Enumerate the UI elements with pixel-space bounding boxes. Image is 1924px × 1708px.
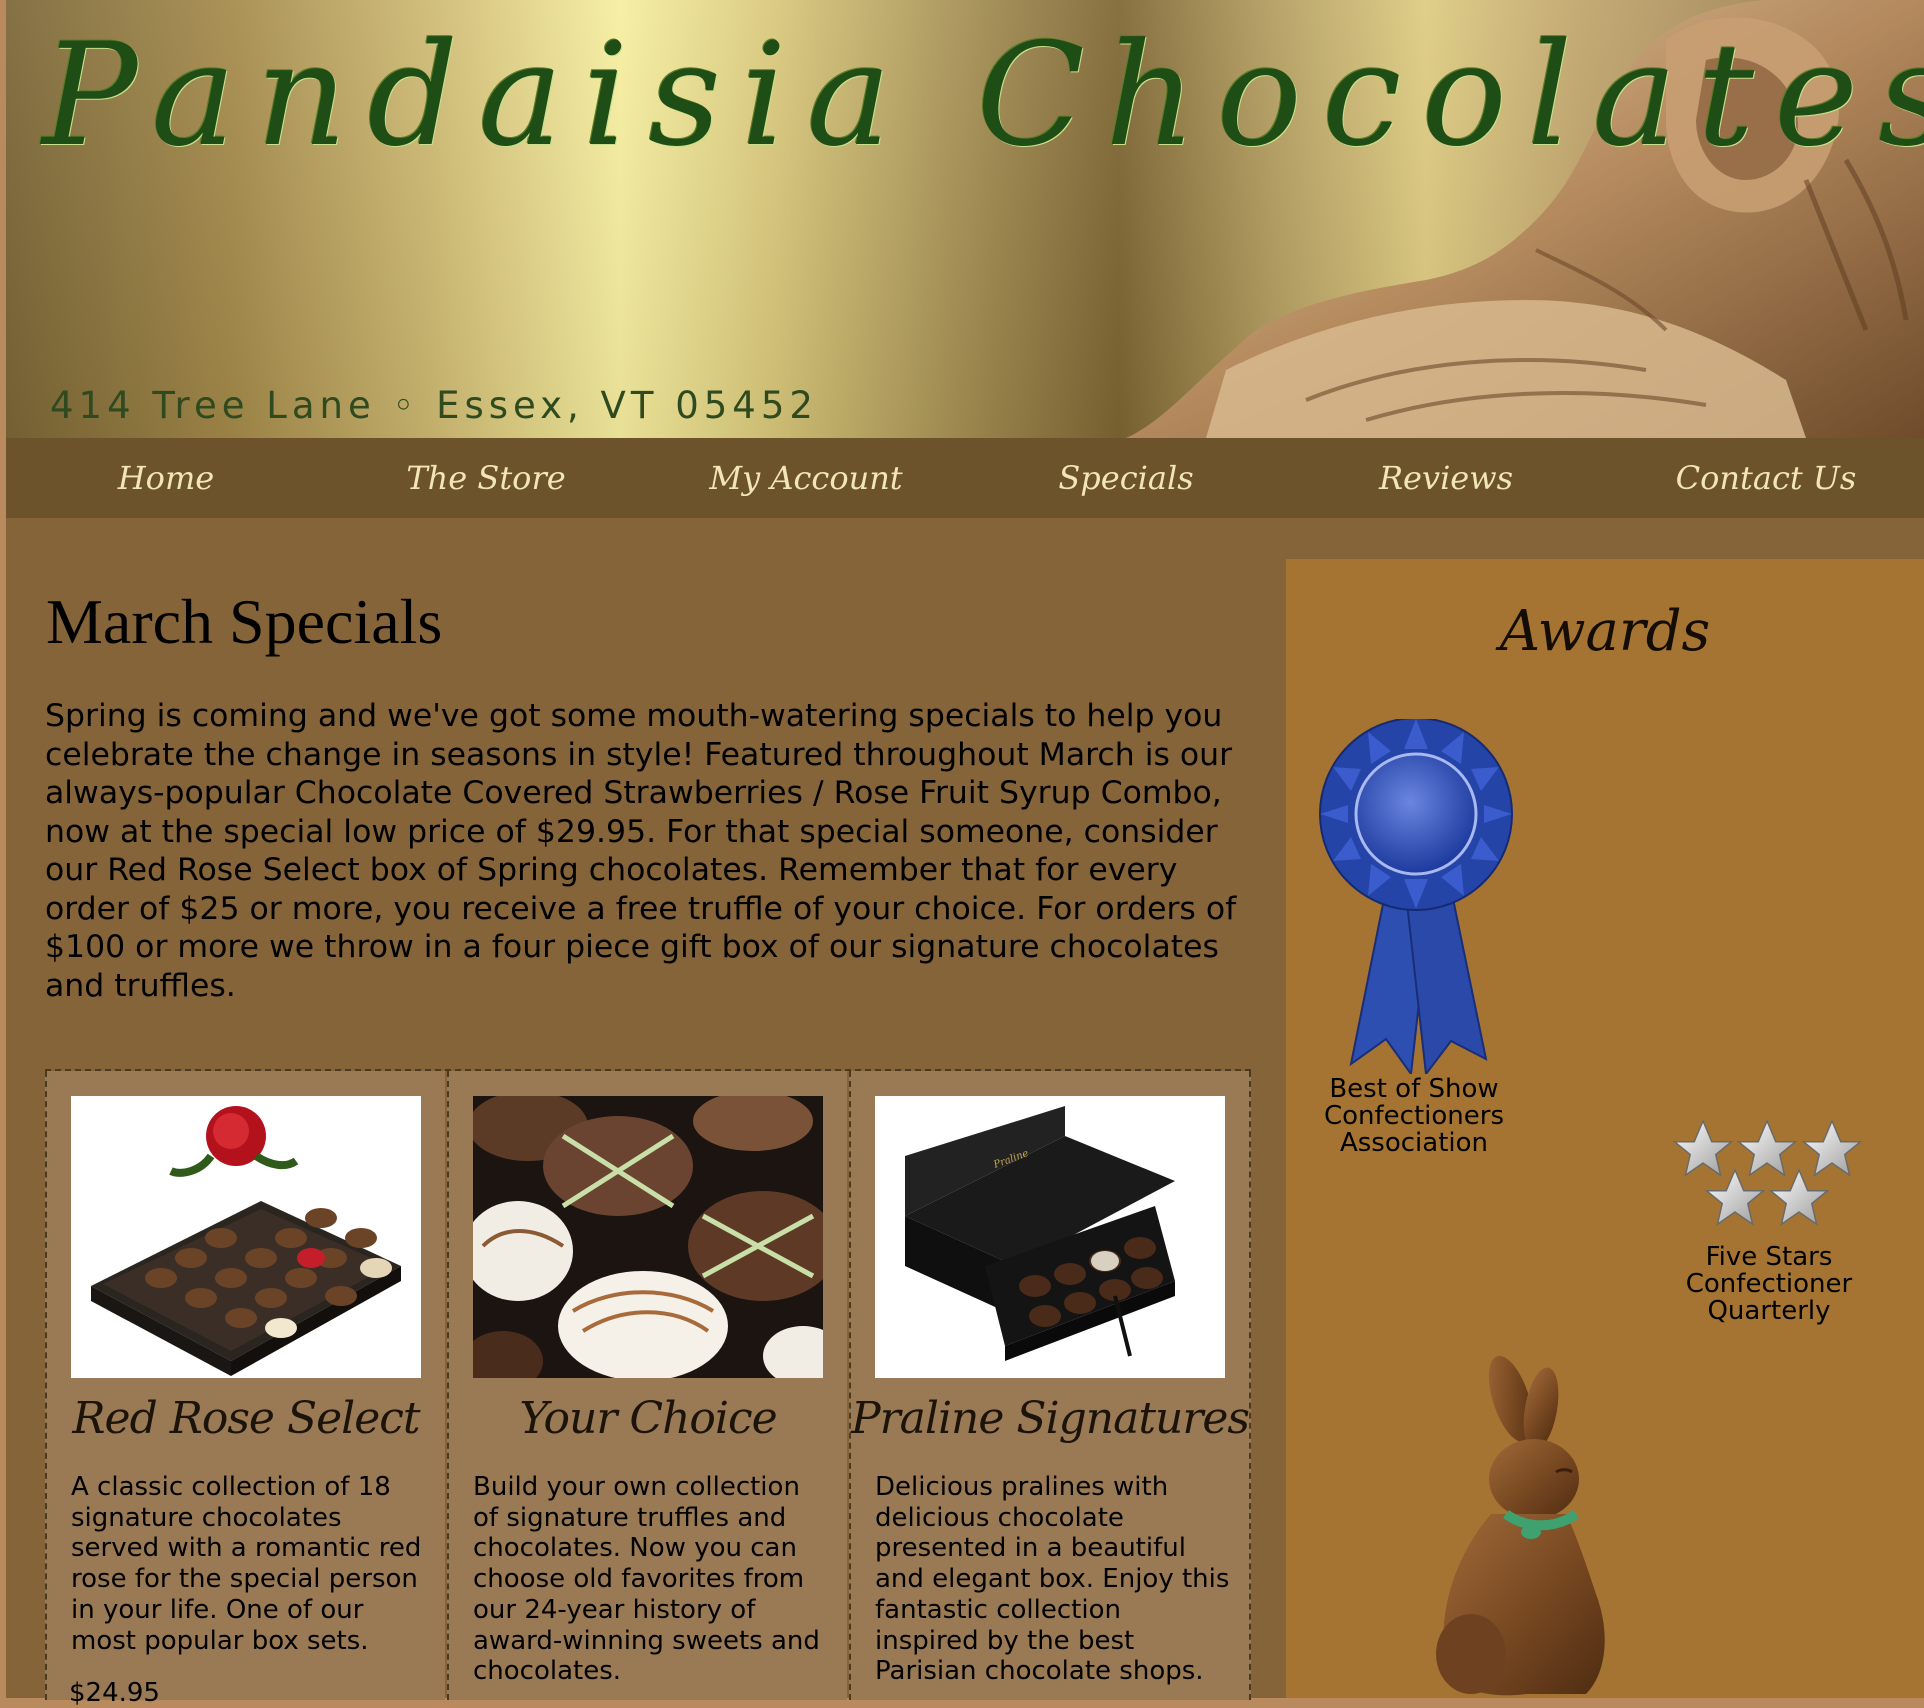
product-cards: Red Rose Select A classic collection of … xyxy=(45,1069,1251,1700)
intro-paragraph: Spring is coming and we've got some mout… xyxy=(45,698,1237,1004)
awards-title: Awards xyxy=(1499,599,1711,664)
product-image-red-rose[interactable] xyxy=(71,1096,421,1378)
nav-my-account[interactable]: My Account xyxy=(646,438,966,518)
product-image-your-choice[interactable] xyxy=(473,1096,823,1378)
product-card-praline-signatures[interactable]: Praline Praline Signatures Delicious pra… xyxy=(849,1071,1251,1700)
product-image-praline-signatures[interactable]: Praline xyxy=(875,1096,1225,1378)
site-header: Pandaisia Chocolates 414 Tree Lane ◦ Ess… xyxy=(6,0,1924,438)
nav-specials[interactable]: Specials xyxy=(966,438,1286,518)
main-nav: Home The Store My Account Specials Revie… xyxy=(6,438,1924,518)
product-card-your-choice[interactable]: Your Choice Build your own collection of… xyxy=(447,1071,847,1700)
blue-ribbon-icon xyxy=(1319,719,1513,1074)
product-card-red-rose[interactable]: Red Rose Select A classic collection of … xyxy=(45,1071,445,1700)
product-name[interactable]: Red Rose Select xyxy=(47,1393,445,1444)
product-description: A classic collection of 18 signature cho… xyxy=(71,1472,422,1656)
award-caption-five-stars: Five Stars Confectioner Quarterly xyxy=(1685,1242,1853,1326)
product-name[interactable]: Your Choice xyxy=(449,1393,847,1444)
product-description: Build your own collection of signature t… xyxy=(473,1472,820,1687)
nav-home[interactable]: Home xyxy=(6,438,326,518)
page-title: March Specials xyxy=(46,586,443,657)
page: Pandaisia Chocolates 414 Tree Lane ◦ Ess… xyxy=(6,0,1924,1708)
product-price: $24.95 xyxy=(69,1678,160,1708)
awards-sidebar: Awards Best of Show Confectioners Associ… xyxy=(1286,559,1924,1698)
five-stars-icon xyxy=(1673,1120,1862,1226)
award-caption-best-of-show: Best of Show Confectioners Association xyxy=(1323,1074,1505,1158)
product-name[interactable]: Praline Signatures xyxy=(851,1393,1250,1444)
site-logo[interactable]: Pandaisia Chocolates xyxy=(42,17,1924,174)
nav-reviews[interactable]: Reviews xyxy=(1286,438,1606,518)
product-description: Delicious pralines with delicious chocol… xyxy=(875,1472,1230,1687)
nav-the-store[interactable]: The Store xyxy=(326,438,646,518)
store-address: 414 Tree Lane ◦ Essex, VT 05452 xyxy=(50,384,818,427)
nav-contact-us[interactable]: Contact Us xyxy=(1606,438,1924,518)
chocolate-bunny-image xyxy=(1436,1355,1605,1696)
